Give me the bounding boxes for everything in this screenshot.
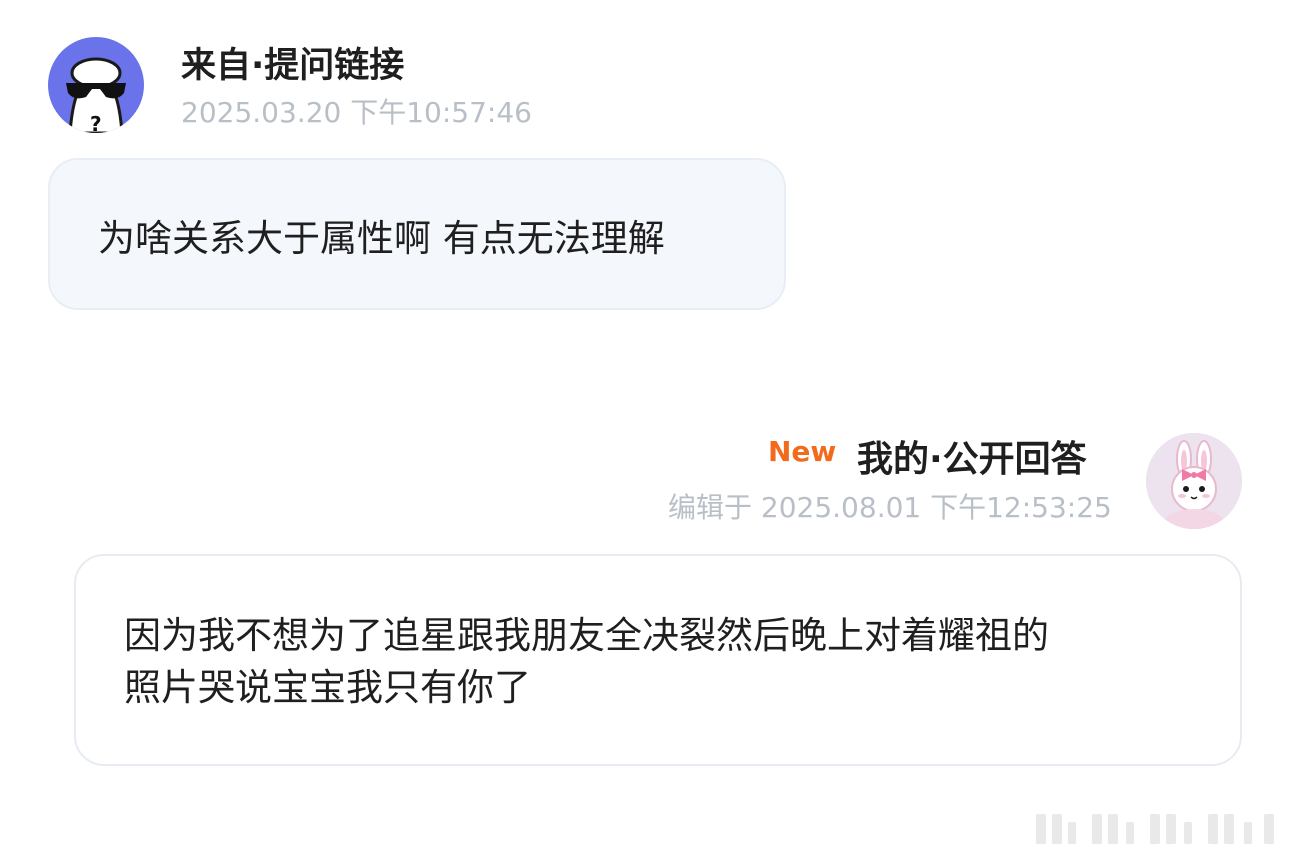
pink-bunny-icon xyxy=(1146,433,1242,529)
sunglasses-ghost-icon: ? xyxy=(66,57,126,133)
qa-page: ? 来自·提问链接 2025.03.20 下午10:57:46 为啥关系大于属性… xyxy=(0,0,1290,854)
svg-text:?: ? xyxy=(90,112,102,133)
answer-line: 因为我不想为了追星跟我朋友全决裂然后晚上对着耀祖的 xyxy=(124,614,1049,657)
question-timestamp: 2025.03.20 下午10:57:46 xyxy=(181,96,532,129)
answer-edited-timestamp: 编辑于 2025.08.01 下午12:53:25 xyxy=(668,491,1112,524)
question-bubble: 为啥关系大于属性啊 有点无法理解 xyxy=(48,158,786,310)
answer-line: 照片哭说宝宝我只有你了 xyxy=(124,666,531,709)
question-text: 为啥关系大于属性啊 有点无法理解 xyxy=(98,217,665,260)
answer-text: 因为我不想为了追星跟我朋友全决裂然后晚上对着耀祖的 照片哭说宝宝我只有你了 xyxy=(124,610,1204,714)
watermark-bars-icon xyxy=(1036,814,1274,844)
question-source-label: 来自·提问链接 xyxy=(181,46,405,86)
answerer-avatar[interactable] xyxy=(1146,433,1242,529)
answer-bubble: 因为我不想为了追星跟我朋友全决裂然后晚上对着耀祖的 照片哭说宝宝我只有你了 xyxy=(74,554,1242,766)
answer-label: 我的·公开回答 xyxy=(857,439,1087,480)
asker-avatar[interactable]: ? xyxy=(48,37,144,133)
new-badge: New xyxy=(768,435,837,468)
